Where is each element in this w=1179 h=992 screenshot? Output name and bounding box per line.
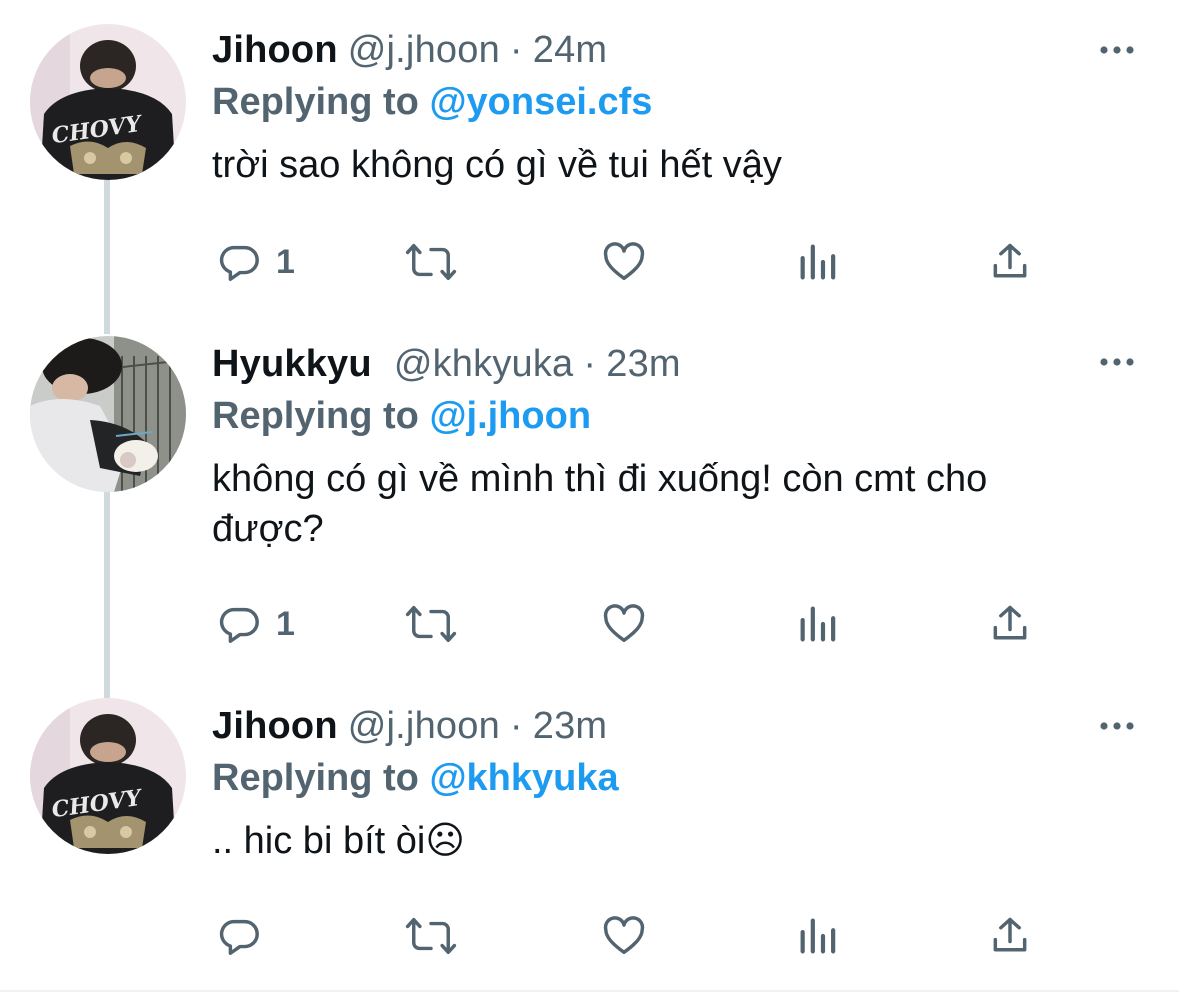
mention-link[interactable]: @yonsei.cfs <box>429 81 652 123</box>
author-handle[interactable]: @khkyuka <box>394 343 574 385</box>
timestamp[interactable]: 24m <box>533 29 608 71</box>
more-icon[interactable] <box>1099 716 1135 736</box>
replying-to-label: Replying to <box>212 395 419 437</box>
reply-icon <box>216 913 262 959</box>
views-button[interactable] <box>798 599 838 649</box>
tweet-text: trời sao không có gì về tui hết vậy <box>212 144 782 186</box>
author-name[interactable]: Hyukkyu <box>212 343 372 385</box>
heart-icon <box>600 913 648 959</box>
avatar[interactable] <box>30 336 186 492</box>
tweet[interactable]: CHOVY Jihoon @j.jhoon · 23m Replying to @kh… <box>0 682 1179 992</box>
views-button[interactable] <box>798 911 838 961</box>
like-button[interactable] <box>600 911 648 961</box>
tweet-text: không có gì về mình thì đi xuống! còn cm… <box>212 458 988 550</box>
avatar[interactable]: CHOVY <box>30 24 186 180</box>
retweet-icon <box>404 913 458 959</box>
replying-to-line: Replying to @yonsei.cfs <box>212 80 1139 124</box>
reply-button[interactable]: 1 <box>216 237 295 287</box>
more-icon[interactable] <box>1099 40 1135 60</box>
tweet-actions: 1 <box>212 599 1072 649</box>
reply-count: 1 <box>276 604 295 643</box>
author-name[interactable]: Jihoon <box>212 705 338 747</box>
retweet-button[interactable] <box>404 599 458 649</box>
tweet-actions: 1 <box>212 237 1072 287</box>
timestamp[interactable]: 23m <box>606 343 681 385</box>
separator-dot: · <box>509 29 523 71</box>
avatar[interactable]: CHOVY <box>30 698 186 854</box>
tweet[interactable]: Hyukkyu @khkyuka · 23m Replying to @j.jhoon… <box>0 320 1179 682</box>
tweet-actions <box>212 911 1072 961</box>
separator-dot: · <box>509 705 523 747</box>
reply-icon <box>216 239 262 285</box>
share-button[interactable] <box>988 599 1032 649</box>
author-handle[interactable]: @j.jhoon <box>348 29 500 71</box>
share-button[interactable] <box>988 911 1032 961</box>
more-icon[interactable] <box>1099 352 1135 372</box>
reply-thread: CHOVY Jihoon @j.jhoon · 24m Replying to @yo… <box>0 0 1179 992</box>
replying-to-line: Replying to @j.jhoon <box>212 394 1139 438</box>
reply-button[interactable]: 1 <box>216 599 295 649</box>
author-name[interactable]: Jihoon <box>212 29 338 71</box>
views-button[interactable] <box>798 237 838 287</box>
reply-button[interactable] <box>216 911 276 961</box>
separator-dot: · <box>583 343 597 385</box>
share-icon <box>988 239 1032 285</box>
tweet-text: .. hic bi bít òi☹ <box>212 820 465 862</box>
reply-count: 1 <box>276 242 295 281</box>
replying-to-label: Replying to <box>212 757 419 799</box>
views-icon <box>798 913 838 959</box>
heart-icon <box>600 239 648 285</box>
retweet-button[interactable] <box>404 911 458 961</box>
retweet-icon <box>404 239 458 285</box>
share-icon <box>988 601 1032 647</box>
reply-icon <box>216 601 262 647</box>
share-icon <box>988 913 1032 959</box>
replying-to-label: Replying to <box>212 81 419 123</box>
share-button[interactable] <box>988 237 1032 287</box>
like-button[interactable] <box>600 599 648 649</box>
heart-icon <box>600 601 648 647</box>
views-icon <box>798 601 838 647</box>
retweet-button[interactable] <box>404 237 458 287</box>
replying-to-line: Replying to @khkyuka <box>212 756 1139 800</box>
like-button[interactable] <box>600 237 648 287</box>
timestamp[interactable]: 23m <box>533 705 608 747</box>
retweet-icon <box>404 601 458 647</box>
mention-link[interactable]: @j.jhoon <box>429 395 591 437</box>
views-icon <box>798 239 838 285</box>
tweet[interactable]: CHOVY Jihoon @j.jhoon · 24m Replying to @yo… <box>0 0 1179 320</box>
mention-link[interactable]: @khkyuka <box>429 757 618 799</box>
author-handle[interactable]: @j.jhoon <box>348 705 500 747</box>
